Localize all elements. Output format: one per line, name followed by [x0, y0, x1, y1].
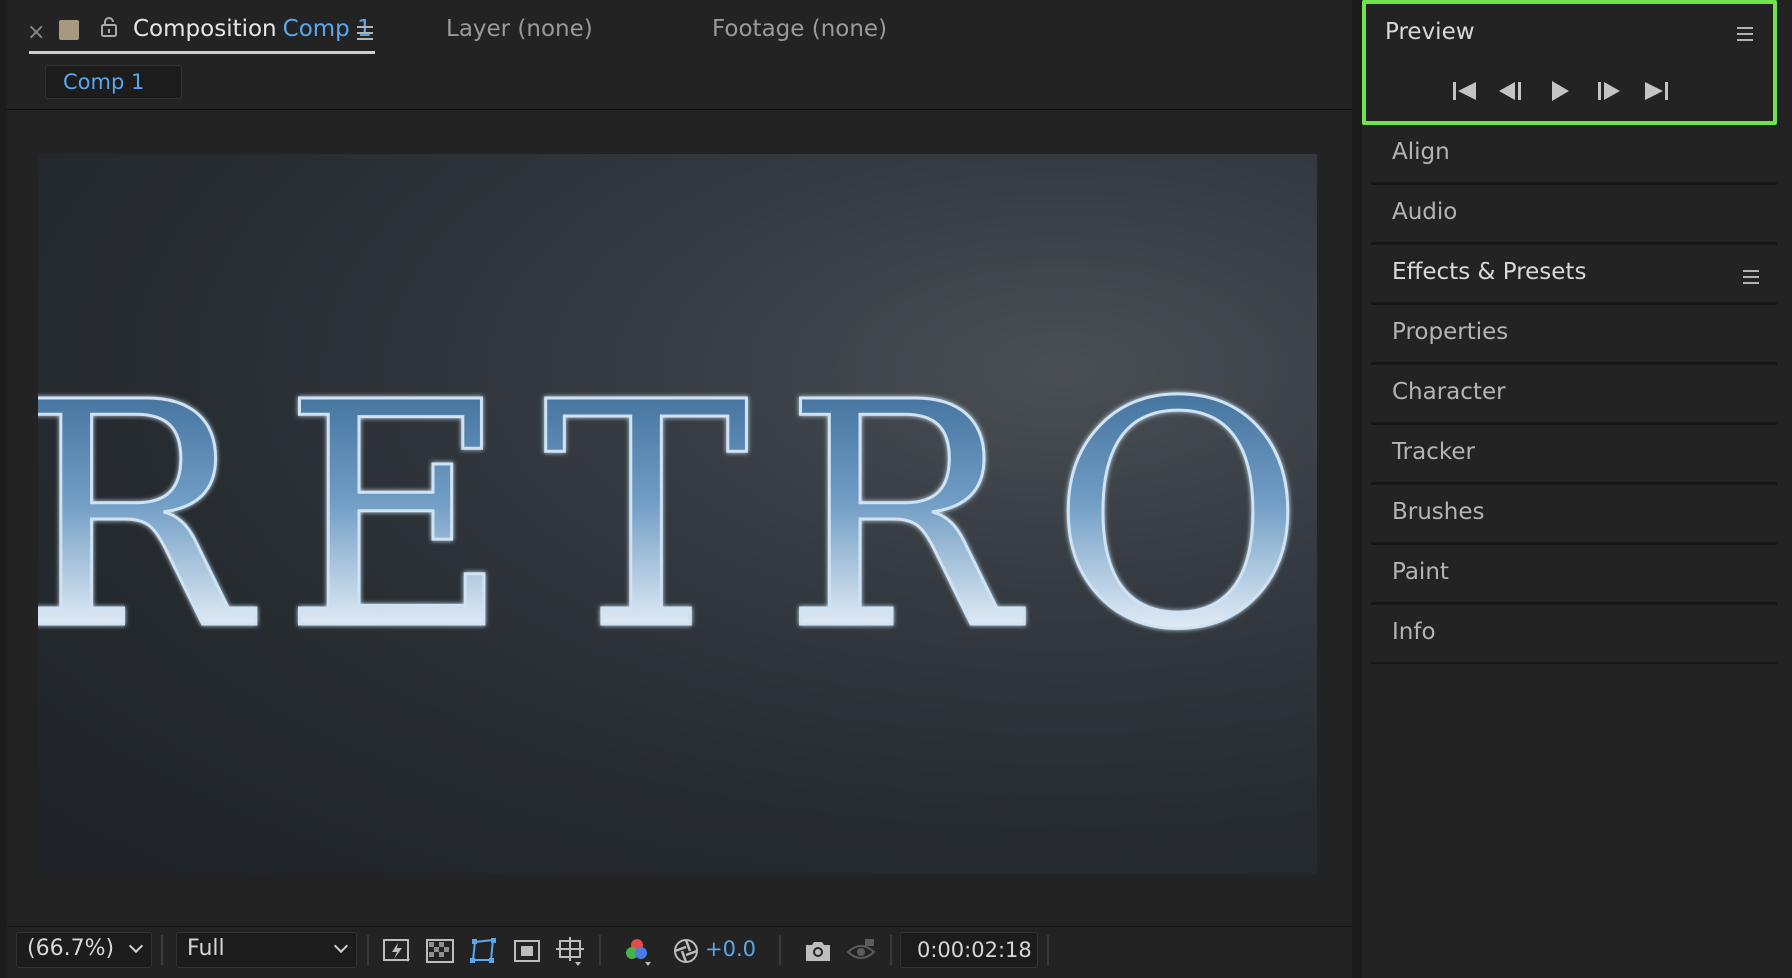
panel-paint[interactable]: Paint — [1371, 545, 1777, 605]
panel-divider[interactable] — [1352, 0, 1362, 978]
reset-exposure-icon[interactable] — [670, 935, 702, 967]
panel-character[interactable]: Character — [1371, 365, 1777, 425]
last-frame-icon[interactable] — [1643, 78, 1671, 104]
active-tab-indicator — [29, 51, 375, 54]
panel-label: Character — [1392, 379, 1506, 405]
zoom-value: (66.7%) — [27, 936, 115, 961]
panel-align[interactable]: Align — [1371, 125, 1777, 185]
panel-audio[interactable]: Audio — [1371, 185, 1777, 245]
retro-artwork: RETRO — [38, 336, 1317, 700]
transparency-grid-icon[interactable] — [424, 935, 456, 967]
region-of-interest-icon[interactable] — [511, 935, 543, 967]
exposure-value[interactable]: +0.0 — [705, 937, 756, 961]
show-snapshot-icon[interactable] — [845, 935, 877, 967]
panel-tracker[interactable]: Tracker — [1371, 425, 1777, 485]
mask-visibility-icon[interactable] — [467, 935, 499, 967]
lock-icon[interactable] — [99, 16, 119, 42]
panel-label: Brushes — [1392, 499, 1485, 525]
toolbar-divider — [890, 935, 892, 965]
tab-layer[interactable]: Layer (none) — [446, 16, 593, 42]
composition-viewer[interactable]: RETRO — [7, 111, 1352, 926]
toolbar-divider — [1047, 935, 1049, 965]
current-time-display[interactable]: 0:00:02:18 — [900, 932, 1038, 968]
close-tab-icon[interactable]: × — [27, 20, 45, 45]
breadcrumb-row: Comp 1 — [7, 64, 1352, 110]
chevron-down-icon — [333, 938, 349, 954]
effects-menu-icon[interactable] — [1743, 270, 1759, 284]
panel-label: Effects & Presets — [1392, 259, 1587, 285]
grid-guides-icon[interactable] — [554, 935, 586, 967]
show-channel-icon[interactable] — [621, 935, 653, 967]
toolbar-divider — [367, 935, 369, 965]
viewer-toolbar: (66.7%) Full +0.0 0:00:02:18 — [7, 926, 1352, 978]
composition-tabbar: × Composition Comp 1 Layer (none) Footage… — [7, 0, 1352, 64]
preview-title[interactable]: Preview — [1385, 19, 1475, 45]
tab-footage[interactable]: Footage (none) — [712, 16, 887, 42]
snapshot-camera-icon[interactable] — [802, 935, 834, 967]
toolbar-divider — [779, 935, 781, 965]
composition-canvas[interactable]: RETRO — [38, 154, 1317, 874]
previous-frame-icon[interactable] — [1497, 78, 1525, 104]
panel-label: Audio — [1392, 199, 1458, 225]
chevron-down-icon — [128, 938, 144, 954]
right-panel-column: Preview Align Audio Effects & Presets Pr… — [1362, 0, 1792, 978]
breadcrumb[interactable]: Comp 1 — [45, 65, 182, 99]
panel-effects-presets[interactable]: Effects & Presets — [1371, 245, 1777, 305]
retro-text: RETRO — [38, 337, 1317, 698]
empty-panel-area — [1371, 664, 1777, 978]
fast-previews-icon[interactable] — [381, 935, 413, 967]
zoom-select[interactable]: (66.7%) — [16, 932, 152, 968]
panel-brushes[interactable]: Brushes — [1371, 485, 1777, 545]
toolbar-divider — [599, 935, 601, 965]
comp-color-swatch[interactable] — [59, 20, 79, 40]
resolution-value: Full — [187, 936, 225, 961]
panel-label: Paint — [1392, 559, 1449, 585]
tab-composition-label: Composition — [133, 16, 277, 42]
panel-properties[interactable]: Properties — [1371, 305, 1777, 365]
toolbar-divider — [161, 935, 163, 965]
panel-label: Info — [1392, 619, 1436, 645]
panel-menu-icon[interactable] — [357, 26, 373, 40]
tab-composition[interactable]: Composition Comp 1 — [133, 16, 372, 42]
panel-label: Align — [1392, 139, 1450, 165]
preview-menu-icon[interactable] — [1737, 27, 1753, 41]
panel-label: Properties — [1392, 319, 1509, 345]
play-icon[interactable] — [1546, 78, 1574, 104]
first-frame-icon[interactable] — [1450, 78, 1478, 104]
next-frame-icon[interactable] — [1594, 78, 1622, 104]
panel-label: Tracker — [1392, 439, 1475, 465]
composition-panel: × Composition Comp 1 Layer (none) Footage… — [7, 0, 1352, 978]
panel-info[interactable]: Info — [1371, 605, 1777, 665]
preview-panel: Preview — [1362, 0, 1777, 125]
resolution-select[interactable]: Full — [176, 932, 357, 968]
